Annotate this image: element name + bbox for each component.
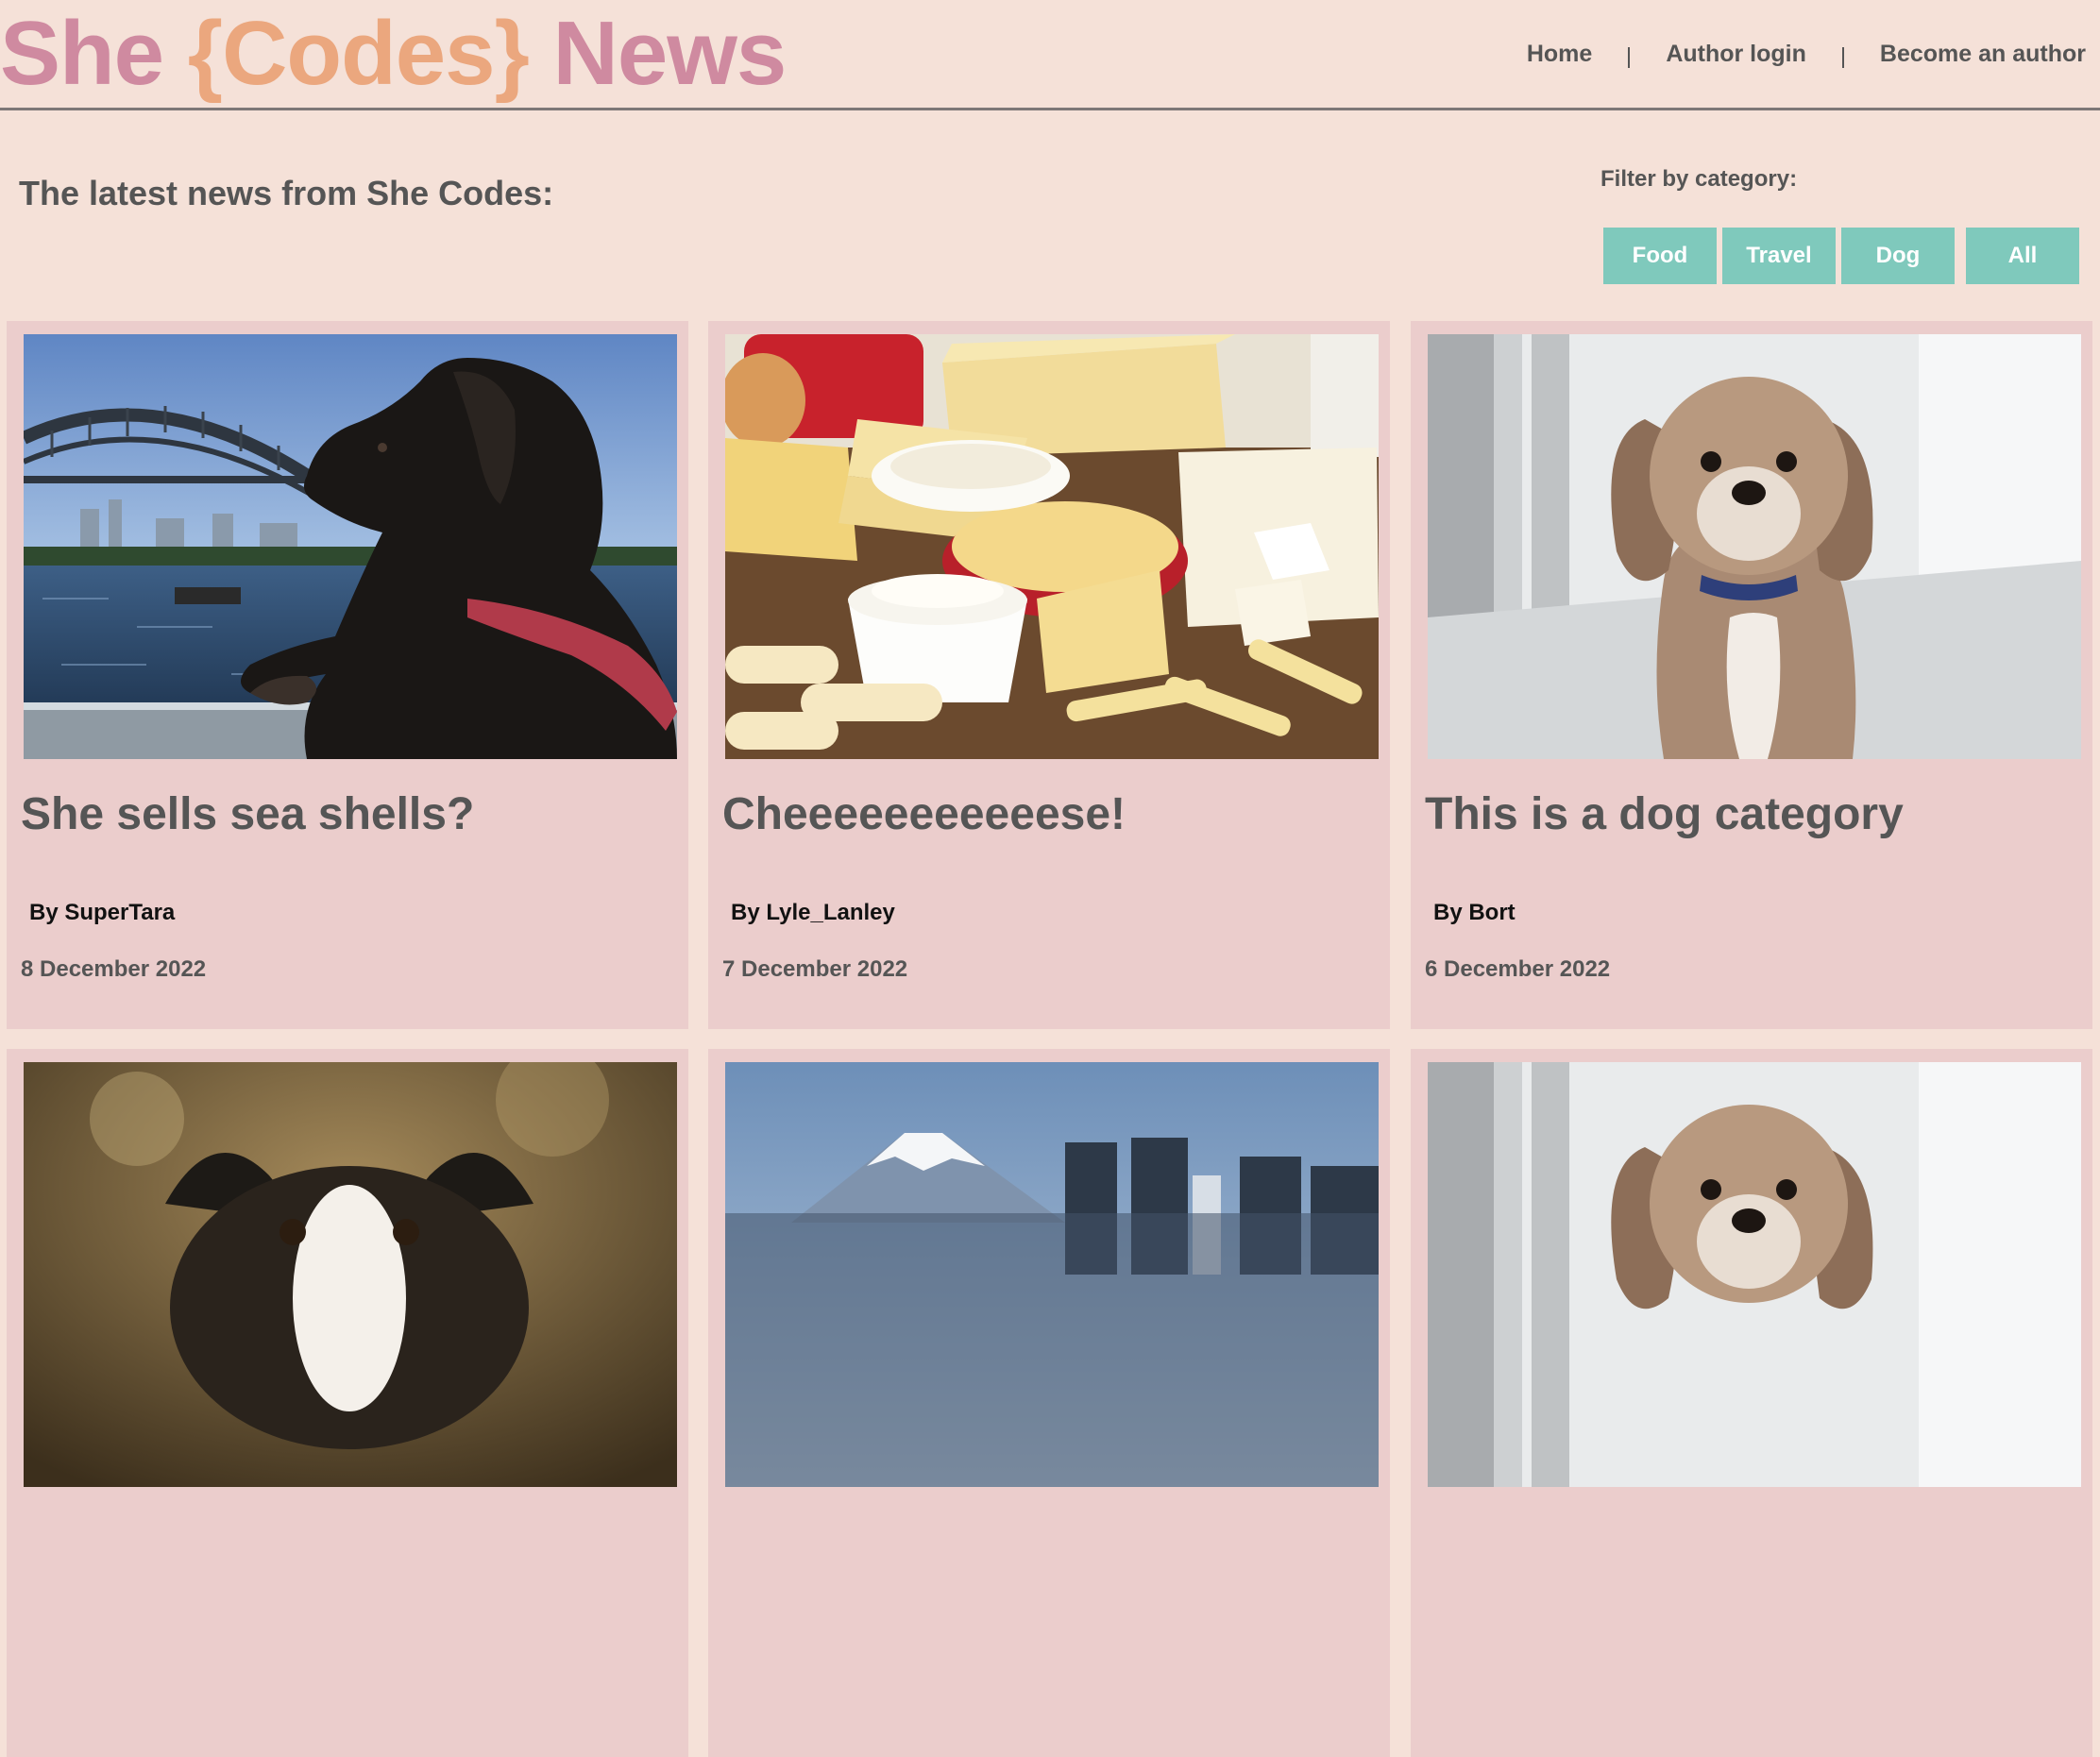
article-card[interactable]: [708, 1049, 1390, 1757]
site-logo[interactable]: She {Codes} News: [0, 2, 788, 106]
article-card[interactable]: [1411, 1049, 2092, 1757]
logo-she: She: [0, 3, 188, 104]
article-image-fluffy-dog[interactable]: [1428, 334, 2081, 759]
article-author: By Bort: [1433, 900, 1516, 925]
fluffy-dog-photo: [1428, 334, 2081, 759]
article-card[interactable]: Cheeeeeeeeeeese! By Lyle_Lanley 7 Decemb…: [708, 321, 1390, 1029]
article-date: 7 December 2022: [722, 956, 908, 982]
article-image-mount-fuji[interactable]: [725, 1062, 1379, 1487]
article-image-cheese[interactable]: [725, 334, 1379, 759]
mount-fuji-city-photo: [725, 1062, 1379, 1487]
article-title[interactable]: She sells sea shells?: [21, 788, 474, 840]
article-image-fluffy-dog[interactable]: [1428, 1062, 2081, 1487]
dog-harbour-photo: [24, 334, 677, 759]
article-date: 6 December 2022: [1425, 956, 1611, 982]
article-card[interactable]: [7, 1049, 688, 1757]
main-nav: Home Author login Become an author: [1527, 40, 2086, 68]
article-date: 8 December 2022: [21, 956, 207, 982]
filter-travel-button[interactable]: Travel: [1722, 228, 1836, 284]
cheese-platter-photo: [725, 334, 1379, 759]
article-title[interactable]: Cheeeeeeeeeeese!: [722, 788, 1126, 840]
filter-label: Filter by category:: [1600, 166, 1798, 192]
article-title[interactable]: This is a dog category: [1425, 788, 1904, 840]
article-image-border-collie[interactable]: [24, 1062, 677, 1487]
article-author: By SuperTara: [29, 900, 176, 925]
nav-become-author-link[interactable]: Become an author: [1880, 41, 2086, 68]
fluffy-dog-photo: [1428, 1062, 2081, 1487]
filter-dog-button[interactable]: Dog: [1841, 228, 1955, 284]
border-collie-photo: [24, 1062, 677, 1487]
latest-news-heading: The latest news from She Codes:: [19, 174, 554, 212]
nav-author-login-link[interactable]: Author login: [1666, 41, 1806, 68]
article-author: By Lyle_Lanley: [731, 900, 895, 925]
filter-food-button[interactable]: Food: [1603, 228, 1717, 284]
site-header: She {Codes} News Home Author login Becom…: [0, 0, 2100, 110]
article-image-dog-harbour[interactable]: [24, 334, 677, 759]
article-card[interactable]: She sells sea shells? By SuperTara 8 Dec…: [7, 321, 688, 1029]
logo-codes: {Codes}: [187, 3, 530, 104]
filter-all-button[interactable]: All: [1966, 228, 2079, 284]
nav-home-link[interactable]: Home: [1527, 41, 1592, 68]
article-card[interactable]: This is a dog category By Bort 6 Decembe…: [1411, 321, 2092, 1029]
nav-divider: [1628, 47, 1631, 68]
logo-news: News: [528, 3, 788, 104]
nav-divider: [1841, 47, 1844, 68]
